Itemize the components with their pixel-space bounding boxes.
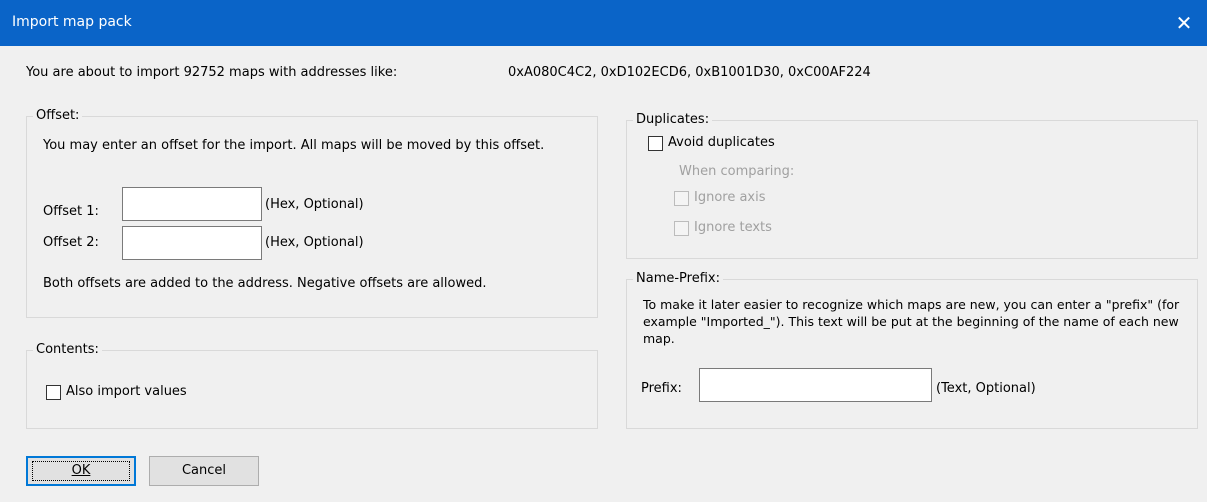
ok-button[interactable]: OK	[26, 456, 136, 486]
offset1-hint: (Hex, Optional)	[265, 197, 364, 212]
also-import-values-checkbox[interactable]	[46, 385, 61, 400]
name-prefix-legend: Name-Prefix:	[633, 271, 723, 287]
offset-group: Offset: You may enter an offset for the …	[26, 108, 598, 318]
focus-rectangle	[32, 461, 130, 481]
close-icon[interactable]: ✕	[1161, 0, 1207, 46]
ignore-axis-checkbox[interactable]	[674, 191, 689, 206]
contents-legend: Contents:	[33, 342, 102, 358]
ignore-texts-label[interactable]: Ignore texts	[694, 220, 772, 235]
also-import-values-label[interactable]: Also import values	[66, 384, 187, 399]
duplicates-legend: Duplicates:	[633, 112, 713, 128]
prefix-label: Prefix:	[641, 381, 682, 396]
offset-legend: Offset:	[33, 108, 83, 124]
offset1-label: Offset 1:	[43, 204, 99, 219]
contents-group: Contents: Also import values	[26, 342, 598, 429]
offset2-hint: (Hex, Optional)	[265, 235, 364, 250]
prefix-hint: (Text, Optional)	[936, 381, 1036, 396]
offset1-input[interactable]	[122, 187, 262, 221]
offset-note: Both offsets are added to the address. N…	[43, 276, 487, 291]
cancel-button[interactable]: Cancel	[149, 456, 259, 486]
window-title: Import map pack	[12, 14, 132, 30]
avoid-duplicates-label[interactable]: Avoid duplicates	[668, 135, 775, 150]
when-comparing-label: When comparing:	[679, 164, 795, 179]
avoid-duplicates-checkbox[interactable]	[648, 136, 663, 151]
offset-description: You may enter an offset for the import. …	[43, 138, 545, 153]
ignore-texts-checkbox[interactable]	[674, 221, 689, 236]
offset2-input[interactable]	[122, 226, 262, 260]
name-prefix-group: Name-Prefix: To make it later easier to …	[626, 271, 1198, 429]
title-bar: Import map pack ✕	[0, 0, 1207, 46]
name-prefix-description: To make it later easier to recognize whi…	[643, 297, 1180, 346]
cancel-label: Cancel	[181, 463, 227, 478]
import-map-pack-dialog: Import map pack ✕ You are about to impor…	[0, 0, 1207, 502]
duplicates-group: Duplicates: Avoid duplicates When compar…	[626, 112, 1198, 259]
prefix-input[interactable]	[699, 368, 932, 402]
address-examples: 0xA080C4C2, 0xD102ECD6, 0xB1001D30, 0xC0…	[508, 65, 871, 80]
offset2-label: Offset 2:	[43, 235, 99, 250]
ignore-axis-label[interactable]: Ignore axis	[694, 190, 766, 205]
intro-text: You are about to import 92752 maps with …	[26, 65, 398, 80]
